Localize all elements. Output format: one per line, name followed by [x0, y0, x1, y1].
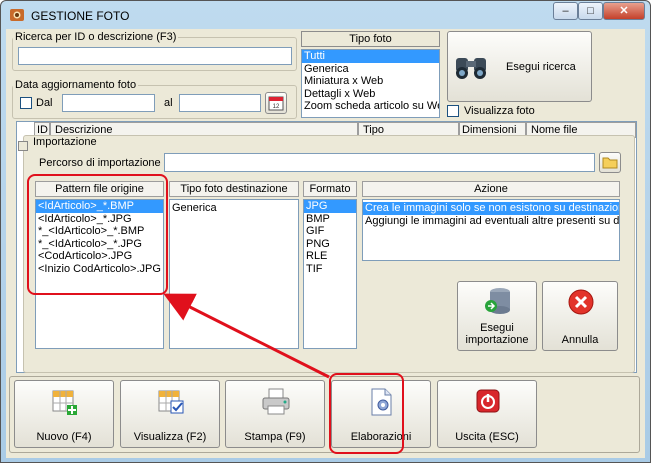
list-item[interactable]: GIF [304, 225, 356, 238]
dal-checkbox[interactable] [20, 97, 32, 109]
esegui-ricerca-label: Esegui ricerca [506, 61, 576, 73]
main-window: GESTIONE FOTO – □ ✕ Ricerca per ID o des… [0, 0, 651, 463]
pattern-highlight [27, 174, 168, 295]
window-title: GESTIONE FOTO [31, 9, 130, 23]
browse-folder-button[interactable] [599, 152, 621, 173]
list-item[interactable]: Generica [302, 63, 439, 76]
list-item[interactable]: Tutti [302, 50, 439, 63]
tipo-dest-header: Tipo foto destinazione [169, 181, 299, 197]
visualizza-foto-checkbox[interactable] [447, 105, 459, 117]
title-bar[interactable]: GESTIONE FOTO – □ ✕ [1, 1, 650, 29]
list-item[interactable]: JPG [304, 200, 356, 213]
svg-text:12: 12 [273, 104, 280, 110]
tipo-foto-header: Tipo foto [301, 31, 440, 47]
date-to-input[interactable] [179, 94, 261, 112]
list-item[interactable]: Zoom scheda articolo su Web [302, 100, 439, 113]
calendar-icon: 12 [268, 96, 284, 111]
minimize-button[interactable]: – [553, 2, 578, 20]
percorso-label: Percorso di importazione : [39, 157, 167, 169]
esegui-importazione-label-2: importazione [465, 334, 529, 346]
annulla-button[interactable]: Annulla [542, 281, 618, 351]
list-item[interactable]: Generica [170, 200, 298, 214]
search-legend: Ricerca per ID o descrizione (F3) [15, 31, 177, 43]
list-item[interactable]: Miniatura x Web [302, 75, 439, 88]
list-item[interactable]: Dettagli x Web [302, 88, 439, 101]
visualizza-foto-label: Visualizza foto [464, 105, 535, 117]
annotation-arrow [163, 293, 330, 379]
list-item[interactable]: PNG [304, 238, 356, 251]
uscita-button[interactable]: Uscita (ESC) [437, 380, 537, 448]
nuovo-button[interactable]: Nuovo (F4) [14, 380, 114, 448]
database-import-icon [485, 288, 510, 314]
close-button[interactable]: ✕ [603, 2, 645, 20]
search-input[interactable] [18, 47, 292, 65]
tipo-foto-list[interactable]: Tutti Generica Miniatura x Web Dettagli … [301, 49, 440, 118]
nuovo-label: Nuovo (F4) [36, 431, 92, 443]
azione-list[interactable]: Crea le immagini solo se non esistono su… [362, 199, 620, 261]
cancel-icon [568, 289, 594, 315]
visualizza-label: Visualizza (F2) [133, 431, 207, 443]
uscita-label: Uscita (ESC) [455, 431, 519, 443]
maximize-button[interactable]: □ [578, 2, 603, 20]
list-item[interactable]: RLE [304, 250, 356, 263]
calendar-button[interactable]: 12 [265, 92, 287, 114]
importazione-legend: Importazione [31, 136, 99, 148]
app-icon [9, 7, 25, 23]
formato-header: Formato [303, 181, 357, 197]
dal-label: Dal [36, 97, 53, 109]
percorso-input[interactable] [164, 153, 595, 172]
date-from-input[interactable] [62, 94, 155, 112]
list-item[interactable]: Aggiungi le immagini ad eventuali altre … [363, 215, 619, 228]
list-item[interactable]: Crea le immagini solo se non esistono su… [363, 202, 619, 215]
list-item[interactable]: BMP [304, 213, 356, 226]
grid-add-icon [52, 390, 77, 415]
esegui-ricerca-button[interactable]: Esegui ricerca [447, 31, 592, 102]
stampa-label: Stampa (F9) [244, 431, 306, 443]
esegui-importazione-label-1: Esegui [480, 322, 514, 334]
date-legend: Data aggiornamento foto [15, 79, 137, 91]
folder-icon [602, 157, 618, 169]
power-icon [476, 389, 500, 413]
al-label: al [164, 97, 173, 109]
annulla-label: Annulla [561, 334, 599, 346]
importazione-toggle[interactable] [18, 141, 28, 151]
client-area: Ricerca per ID o descrizione (F3) Data a… [6, 29, 645, 458]
esegui-importazione-button[interactable]: Esegui importazione [457, 281, 537, 351]
azione-header: Azione [362, 181, 620, 197]
list-item[interactable]: TIF [304, 263, 356, 276]
binoculars-icon [456, 58, 486, 79]
